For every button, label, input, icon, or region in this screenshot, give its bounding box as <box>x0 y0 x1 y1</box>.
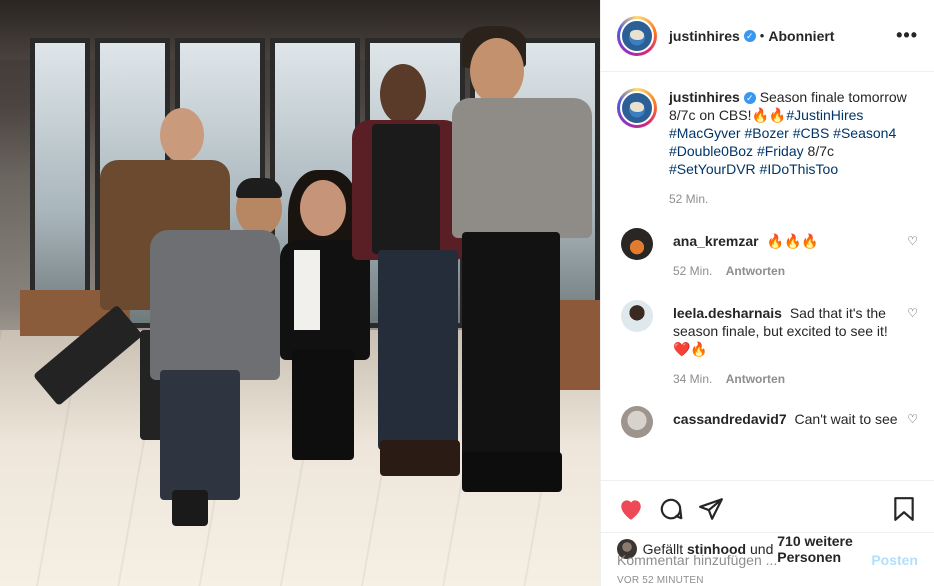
comment-icon[interactable] <box>657 495 685 523</box>
comments-list[interactable]: justinhires ✓ Season finale tomorrow 8/7c… <box>601 72 934 480</box>
caption-username[interactable]: justinhires <box>669 89 740 105</box>
comment-item: leela.desharnais Sad that it's the seaso… <box>617 300 918 386</box>
caption-avatar-ring[interactable] <box>617 88 657 128</box>
caption-avatar[interactable] <box>620 91 654 125</box>
caption-schedule: 8/7c <box>803 143 834 159</box>
author-avatar-ring[interactable] <box>617 15 657 56</box>
comment-username[interactable]: cassandredavid7 <box>673 411 787 427</box>
share-icon[interactable] <box>697 495 725 523</box>
caption-emoji: 🔥🔥 <box>751 107 787 123</box>
commenter-avatar[interactable] <box>621 228 653 260</box>
more-options-icon[interactable]: ••• <box>896 25 918 46</box>
bookmark-icon[interactable] <box>890 495 918 523</box>
caption-text: justinhires ✓ Season finale tomorrow 8/7c… <box>669 88 909 178</box>
comment-body: 🔥🔥🔥 <box>766 233 819 249</box>
instagram-post: justinhires ✓ • Abonniert ••• justinhire… <box>0 0 934 586</box>
comment-body: Can't wait to see <box>794 411 898 427</box>
comment-text: cassandredavid7 Can't wait to see <box>673 406 899 428</box>
author-avatar[interactable] <box>620 18 654 53</box>
comment-meta: 34 Min. Antworten <box>673 372 899 386</box>
post-caption: justinhires ✓ Season finale tomorrow 8/7c… <box>617 88 918 206</box>
header-separator: • <box>759 28 765 43</box>
author-username[interactable]: justinhires <box>669 28 740 44</box>
verified-badge-icon: ✓ <box>743 92 756 104</box>
comment-item: ana_kremzar 🔥🔥🔥 52 Min. Antworten ♡ <box>617 228 918 278</box>
comment-like-icon[interactable]: ♡ <box>907 300 918 386</box>
reply-button[interactable]: Antworten <box>726 372 785 386</box>
post-photo[interactable] <box>0 0 600 586</box>
photo-window <box>30 38 90 328</box>
commenter-avatar[interactable] <box>621 300 653 332</box>
comment-like-icon[interactable]: ♡ <box>907 406 918 438</box>
verified-badge-icon: ✓ <box>743 29 756 42</box>
comment-username[interactable]: ana_kremzar <box>673 233 759 249</box>
comment-time[interactable]: 34 Min. <box>673 372 712 386</box>
comment-username[interactable]: leela.desharnais <box>673 305 782 321</box>
comment-text: leela.desharnais Sad that it's the seaso… <box>673 300 899 358</box>
comment-time[interactable]: 52 Min. <box>673 264 712 278</box>
caption-hashtags-2[interactable]: #SetYourDVR #IDoThisToo <box>669 161 838 177</box>
action-bar <box>617 489 918 529</box>
caption-timestamp[interactable]: 52 Min. <box>669 192 909 206</box>
commenter-avatar[interactable] <box>621 406 653 438</box>
comment-like-icon[interactable]: ♡ <box>907 228 918 278</box>
follow-status-button[interactable]: Abonniert <box>768 28 834 44</box>
comment-input[interactable] <box>617 551 872 568</box>
comment-meta: 52 Min. Antworten <box>673 264 899 278</box>
comment-text: ana_kremzar 🔥🔥🔥 <box>673 228 899 250</box>
post-header: justinhires ✓ • Abonniert ••• <box>601 0 934 72</box>
post-side-panel: justinhires ✓ • Abonniert ••• justinhire… <box>600 0 934 586</box>
post-comment-button[interactable]: Posten <box>871 552 918 568</box>
add-comment-bar: Posten <box>601 532 934 586</box>
heart-filled-icon[interactable] <box>617 495 645 523</box>
reply-button[interactable]: Antworten <box>726 264 785 278</box>
comment-item: cassandredavid7 Can't wait to see ♡ <box>617 406 918 438</box>
